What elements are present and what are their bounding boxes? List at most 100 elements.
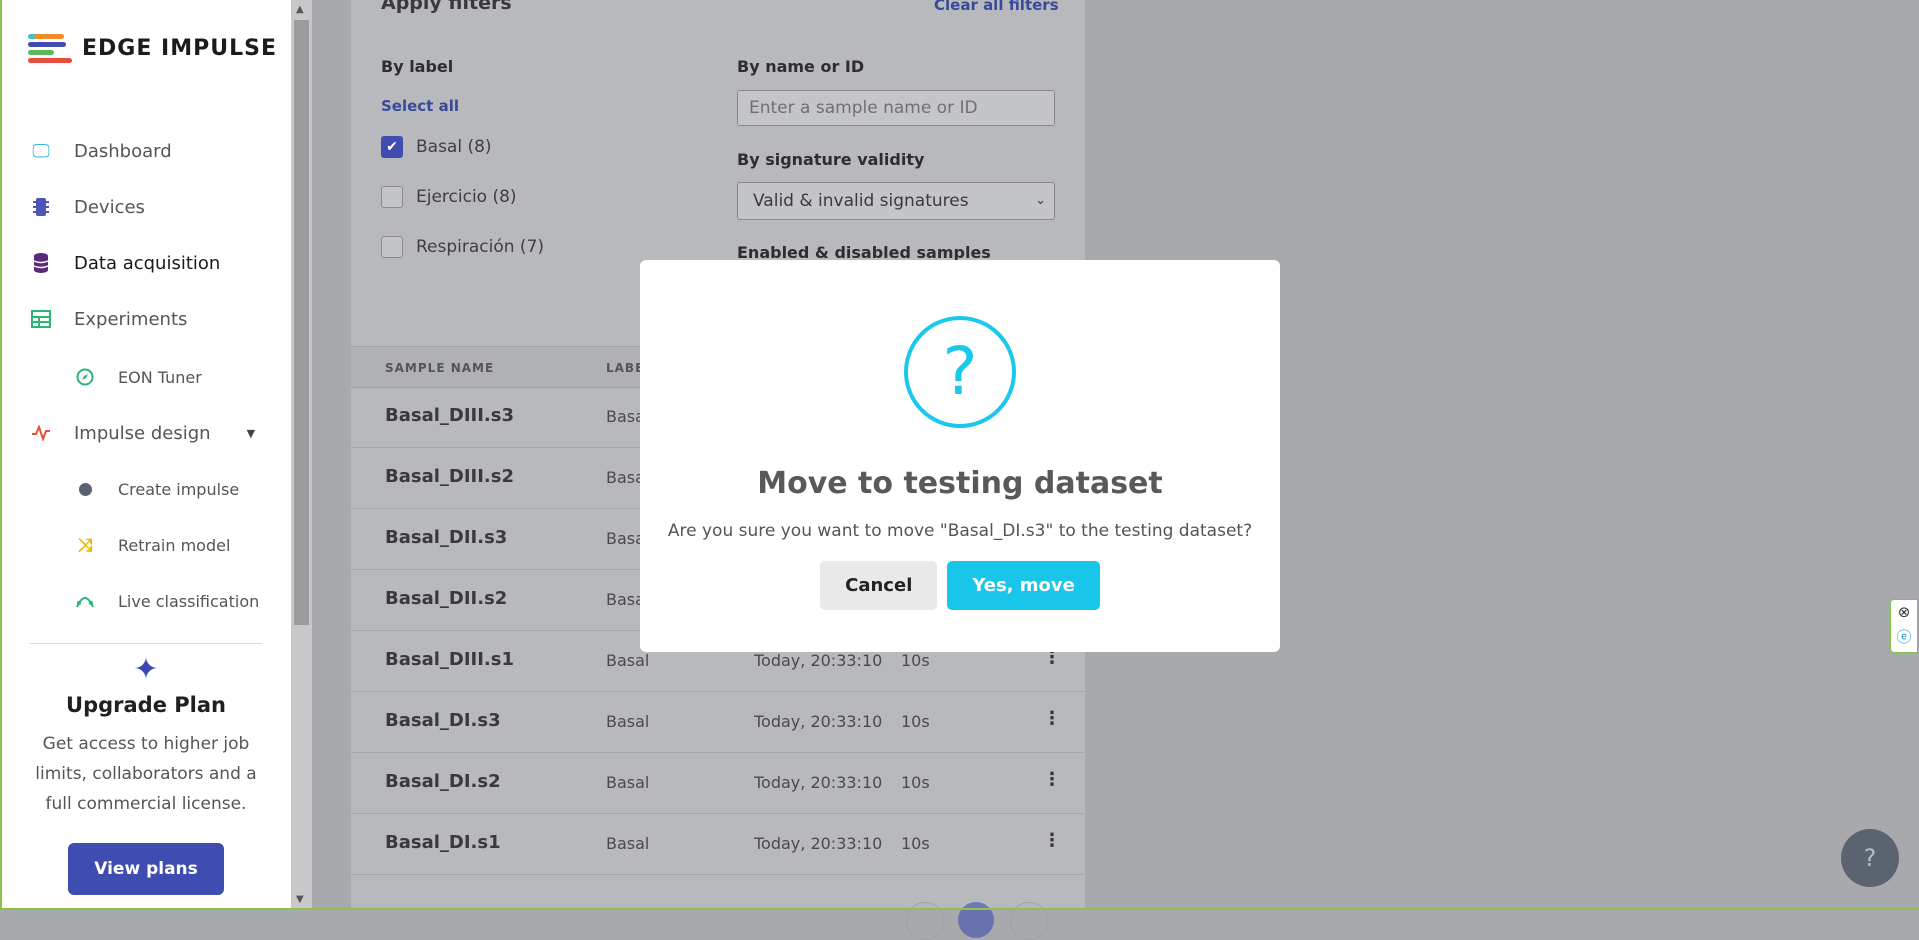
sample-length: 10s xyxy=(901,834,930,853)
table-row[interactable]: Basal_DI.s3 Basal Today, 20:33:10 10s ⋮ xyxy=(351,691,1085,753)
sample-label: Basal xyxy=(606,834,650,853)
column-header-sample-name[interactable]: SAMPLE NAME xyxy=(385,361,494,375)
sidebar-item-label: Retrain model xyxy=(118,535,231,555)
chevron-down-icon: ⌄ xyxy=(1035,193,1046,208)
edge-impulse-logo-icon xyxy=(28,32,72,64)
label-filter-basal[interactable]: ✔ Basal (8) xyxy=(381,136,492,158)
sidebar-item-label: Create impulse xyxy=(118,479,240,499)
by-signature-heading: By signature validity xyxy=(737,150,925,169)
sidebar-item-live-classification[interactable]: Live classification xyxy=(74,590,259,612)
sample-label: Basal xyxy=(606,712,650,731)
scrollbar-thumb[interactable] xyxy=(294,20,309,625)
upgrade-title: Upgrade Plan xyxy=(66,693,226,717)
sample-name[interactable]: Basal_DIII.s2 xyxy=(385,466,514,487)
shuffle-icon: ⤨ xyxy=(77,534,93,556)
compass-icon xyxy=(74,366,96,388)
question-icon: ? xyxy=(904,316,1016,428)
label-filter-ejercicio[interactable]: Ejercicio (8) xyxy=(381,186,517,208)
chevron-down-icon[interactable]: ▼ xyxy=(247,427,255,440)
sidebar-item-impulse-design[interactable]: Impulse design ▼ xyxy=(30,422,255,444)
monitor-icon: 🖵 xyxy=(32,140,50,162)
sample-label: Basal xyxy=(606,773,650,792)
upgrade-text: Get access to higher job limits, collabo… xyxy=(35,734,257,814)
sidebar-item-label: Data acquisition xyxy=(74,252,221,274)
sidebar-item-label: Impulse design xyxy=(74,422,211,444)
checkbox-icon[interactable] xyxy=(381,186,403,208)
pagination-current[interactable] xyxy=(958,902,994,938)
confirm-move-dialog: ? Move to testing dataset Are you sure y… xyxy=(640,260,1280,652)
extension-toolbar: ⊗ ⓔ xyxy=(1890,599,1918,653)
sample-date: Today, 20:33:10 xyxy=(754,651,883,670)
dialog-message: Are you sure you want to move "Basal_DI.… xyxy=(667,521,1253,541)
sidebar-item-experiments[interactable]: Experiments xyxy=(30,308,187,330)
pagination-next[interactable] xyxy=(1010,902,1048,940)
sample-name[interactable]: Basal_DI.s2 xyxy=(385,771,501,792)
yes-move-button[interactable]: Yes, move xyxy=(947,561,1100,610)
upgrade-plan-card: ✦ Upgrade Plan Get access to higher job … xyxy=(20,650,272,895)
label-filter-respiracion[interactable]: Respiración (7) xyxy=(381,236,544,258)
sample-name-input[interactable]: Enter a sample name or ID xyxy=(737,90,1055,126)
by-label-heading: By label xyxy=(381,57,454,76)
logo[interactable]: EDGE IMPULSE xyxy=(28,32,277,64)
sidebar-scrollbar[interactable]: ▲ ▼ xyxy=(291,0,312,910)
checkbox-icon[interactable] xyxy=(381,236,403,258)
signal-icon xyxy=(74,590,96,612)
pagination-prev[interactable] xyxy=(906,902,944,940)
sample-date: Today, 20:33:10 xyxy=(754,773,883,792)
pulse-icon xyxy=(30,422,52,444)
sidebar-item-label: Devices xyxy=(74,196,145,218)
sidebar-item-data-acquisition[interactable]: Data acquisition xyxy=(30,252,220,274)
sample-name[interactable]: Basal_DIII.s1 xyxy=(385,649,514,670)
sample-length: 10s xyxy=(901,773,930,792)
select-all-link[interactable]: Select all xyxy=(381,97,459,115)
sidebar-item-label: Live classification xyxy=(118,591,260,611)
more-options-icon[interactable]: ⋮ xyxy=(1043,830,1061,851)
sidebar-item-create-impulse[interactable]: Create impulse xyxy=(74,478,239,500)
sample-name[interactable]: Basal_DI.s1 xyxy=(385,832,501,853)
question-icon: ? xyxy=(1863,844,1877,872)
sidebar-divider xyxy=(30,643,262,644)
scroll-down-icon[interactable]: ▼ xyxy=(296,894,304,905)
sidebar-item-devices[interactable]: Devices xyxy=(30,196,145,218)
sidebar-item-dashboard[interactable]: 🖵 Dashboard xyxy=(30,140,172,162)
dialog-title: Move to testing dataset xyxy=(757,466,1163,501)
sample-length: 10s xyxy=(901,651,930,670)
sample-name[interactable]: Basal_DII.s3 xyxy=(385,527,507,548)
signature-validity-select[interactable]: Valid & invalid signatures ⌄ xyxy=(737,182,1055,220)
brand-name: EDGE IMPULSE xyxy=(82,35,277,61)
dot-icon xyxy=(74,478,96,500)
sample-date: Today, 20:33:10 xyxy=(754,834,883,853)
close-icon[interactable]: ⊗ xyxy=(1891,600,1917,625)
sidebar-item-eon-tuner[interactable]: EON Tuner xyxy=(74,366,202,388)
sample-name[interactable]: Basal_DII.s2 xyxy=(385,588,507,609)
view-plans-button[interactable]: View plans xyxy=(68,843,224,895)
more-options-icon[interactable]: ⋮ xyxy=(1043,769,1061,790)
database-icon xyxy=(30,252,52,274)
sample-label: Basal xyxy=(606,651,650,670)
help-button[interactable]: ? xyxy=(1841,829,1899,887)
more-options-icon[interactable]: ⋮ xyxy=(1043,708,1061,729)
table-row[interactable]: Basal_DI.s1 Basal Today, 20:33:10 10s ⋮ xyxy=(351,813,1085,875)
sidebar-item-retrain-model[interactable]: ⤨ Retrain model xyxy=(74,534,231,556)
signature-validity-value: Valid & invalid signatures xyxy=(753,191,969,211)
by-name-heading: By name or ID xyxy=(737,57,865,76)
sidebar: EDGE IMPULSE 🖵 Dashboard Devices Data ac… xyxy=(0,0,312,910)
scroll-up-icon[interactable]: ▲ xyxy=(296,4,304,15)
sidebar-item-label: Experiments xyxy=(74,308,188,330)
filters-title: Apply filters xyxy=(381,0,512,14)
sample-date: Today, 20:33:10 xyxy=(754,712,883,731)
sample-name[interactable]: Basal_DI.s3 xyxy=(385,710,501,731)
sidebar-item-label: Dashboard xyxy=(74,140,172,162)
table-row[interactable]: Basal_DI.s2 Basal Today, 20:33:10 10s ⋮ xyxy=(351,752,1085,814)
cancel-button[interactable]: Cancel xyxy=(820,561,938,610)
label-filter-text: Ejercicio (8) xyxy=(416,187,517,207)
checkbox-checked-icon[interactable]: ✔ xyxy=(381,136,403,158)
sparkle-icon: ✦ xyxy=(133,652,159,687)
sample-name[interactable]: Basal_DIII.s3 xyxy=(385,405,514,426)
extension-icon[interactable]: ⓔ xyxy=(1891,625,1917,650)
label-filter-text: Basal (8) xyxy=(416,137,492,157)
sidebar-item-label: EON Tuner xyxy=(118,367,202,387)
clear-filters-link[interactable]: Clear all filters xyxy=(934,0,1059,14)
chip-icon xyxy=(30,196,52,218)
label-filter-text: Respiración (7) xyxy=(416,237,545,257)
